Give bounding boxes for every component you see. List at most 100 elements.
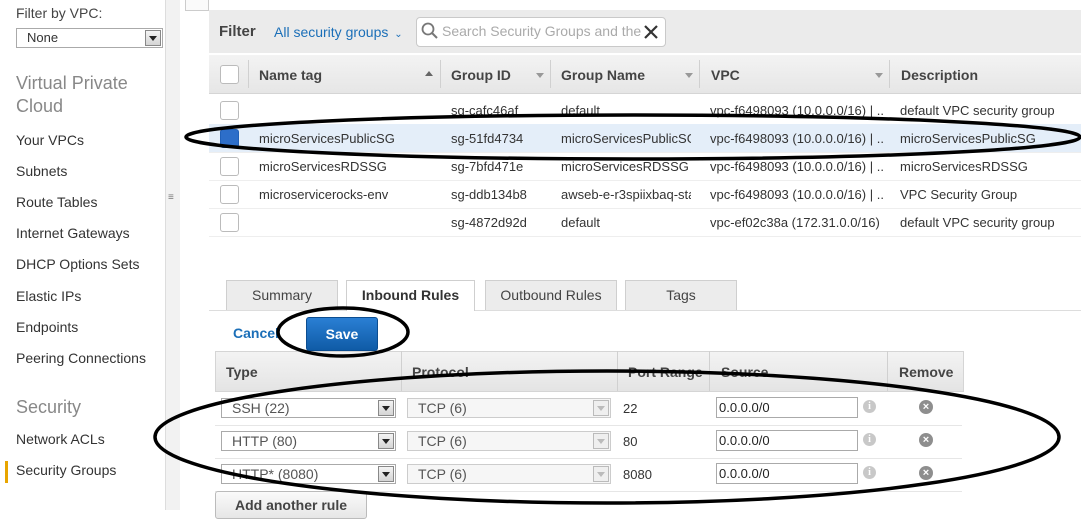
- cell-group-id: sg-7bfd471e: [451, 159, 524, 174]
- cell-vpc: vpc-f6498093 (10.0.0.0/16) | ...: [710, 159, 885, 174]
- vpc-section-heading: Virtual Private Cloud: [16, 73, 128, 116]
- vpc-filter-value: None: [27, 30, 59, 45]
- cell-description: default VPC security group: [900, 215, 1055, 230]
- rule-type-select[interactable]: HTTP* (8080): [221, 464, 396, 484]
- table-row-selected[interactable]: microServicesPublicSG sg-51fd4734 microS…: [209, 124, 1081, 153]
- column-divider: [550, 60, 551, 88]
- column-header-group-name[interactable]: Group Name: [561, 67, 645, 83]
- column-divider: [709, 351, 710, 391]
- tab-outbound-rules[interactable]: Outbound Rules: [485, 280, 617, 310]
- rule-type-value: HTTP* (8080): [232, 466, 319, 482]
- remove-icon[interactable]: ×: [919, 466, 933, 480]
- rule-source-input[interactable]: [716, 463, 858, 484]
- rule-type-select[interactable]: SSH (22): [221, 398, 396, 418]
- vpc-filter-select[interactable]: None: [16, 28, 163, 48]
- column-header-name-tag[interactable]: Name tag: [259, 67, 322, 83]
- remove-icon[interactable]: ×: [919, 433, 933, 447]
- cell-group-id: sg-51fd4734: [451, 131, 524, 146]
- sidebar-item-route-tables[interactable]: Route Tables: [16, 194, 97, 210]
- active-indicator: [5, 461, 8, 483]
- rules-header-protocol: Protocol: [412, 364, 469, 380]
- tab-summary[interactable]: Summary: [226, 280, 338, 310]
- rule-type-select[interactable]: HTTP (80): [221, 431, 396, 451]
- chevron-down-icon: [593, 400, 609, 416]
- search-placeholder: Search Security Groups and their propert…: [442, 23, 642, 39]
- remove-icon[interactable]: ×: [919, 400, 933, 414]
- rule-source-input[interactable]: [716, 397, 858, 418]
- cancel-button[interactable]: Cancel: [233, 325, 279, 341]
- sidebar-item-your-vpcs[interactable]: Your VPCs: [16, 132, 84, 148]
- cell-description: default VPC security group: [900, 103, 1055, 118]
- rule-type-value: HTTP (80): [232, 433, 298, 449]
- sort-ascending-icon[interactable]: [425, 71, 433, 76]
- rule-port-range: 8080: [623, 467, 652, 482]
- sidebar-item-dhcp-options[interactable]: DHCP Options Sets: [16, 256, 139, 272]
- sidebar-splitter[interactable]: [165, 0, 180, 510]
- filter-label: Filter: [219, 23, 256, 40]
- cell-description: microServicesRDSSG: [900, 159, 1028, 174]
- sidebar-item-elastic-ips[interactable]: Elastic IPs: [16, 288, 81, 304]
- info-icon[interactable]: i: [863, 400, 876, 413]
- close-icon[interactable]: [643, 24, 659, 40]
- rule-protocol-value: TCP (6): [418, 400, 467, 416]
- column-header-description[interactable]: Description: [901, 67, 978, 83]
- save-button[interactable]: Save: [306, 317, 378, 351]
- tab-inbound-rules[interactable]: Inbound Rules: [346, 280, 475, 311]
- chevron-down-icon[interactable]: [378, 466, 394, 482]
- column-header-vpc[interactable]: VPC: [711, 67, 740, 83]
- sort-icon[interactable]: [685, 73, 693, 78]
- column-header-group-id[interactable]: Group ID: [451, 67, 511, 83]
- collapse-handle[interactable]: [185, 0, 209, 11]
- row-checkbox-checked[interactable]: [220, 129, 239, 148]
- filter-dropdown-label: All security groups: [274, 24, 389, 40]
- filter-by-vpc-label: Filter by VPC:: [16, 5, 103, 21]
- sort-icon[interactable]: [875, 73, 883, 78]
- sort-icon[interactable]: [536, 73, 544, 78]
- cell-group-name: awseb-e-r3spiixbaq-stack-AWSEBSecurityGr…: [561, 187, 691, 202]
- cell-group-id: sg-cafc46af: [451, 103, 519, 118]
- add-rule-button[interactable]: Add another rule: [215, 491, 367, 519]
- table-row[interactable]: microServicesRDSSG sg-7bfd471e microServ…: [209, 152, 1081, 181]
- cell-name-tag: microservicerocks-env: [259, 187, 389, 202]
- rule-source-input[interactable]: [716, 430, 858, 451]
- row-checkbox[interactable]: [220, 101, 239, 120]
- sidebar-item-internet-gateways[interactable]: Internet Gateways: [16, 225, 130, 241]
- row-checkbox[interactable]: [220, 213, 239, 232]
- row-checkbox[interactable]: [220, 185, 239, 204]
- cell-name-tag: microServicesPublicSG: [259, 131, 395, 146]
- row-checkbox[interactable]: [220, 157, 239, 176]
- table-row[interactable]: sg-cafc46af default vpc-f6498093 (10.0.0…: [209, 96, 1081, 125]
- sidebar-item-endpoints[interactable]: Endpoints: [16, 319, 78, 335]
- security-section-heading: Security: [16, 397, 82, 417]
- chevron-down-icon[interactable]: [378, 433, 394, 449]
- rules-header-type: Type: [226, 364, 258, 380]
- cell-group-name: default: [561, 103, 601, 118]
- rule-row: HTTP (80) TCP (6) 80 i ×: [215, 425, 962, 459]
- column-divider: [401, 351, 402, 391]
- table-row[interactable]: microservicerocks-env sg-ddb134b8 awseb-…: [209, 180, 1081, 209]
- rules-header-source: Source: [721, 364, 769, 380]
- column-divider: [617, 351, 618, 391]
- chevron-down-icon[interactable]: [378, 400, 394, 416]
- column-divider: [889, 60, 890, 88]
- info-icon[interactable]: i: [863, 433, 876, 446]
- cell-name-tag: microServicesRDSSG: [259, 159, 387, 174]
- info-icon[interactable]: i: [863, 466, 876, 479]
- rule-protocol-value: TCP (6): [418, 466, 467, 482]
- cell-group-name: default: [561, 215, 601, 230]
- security-group-filter-dropdown[interactable]: All security groups ⌄: [274, 24, 403, 40]
- splitter-grip-icon[interactable]: ≡: [168, 192, 174, 203]
- chevron-down-icon[interactable]: [145, 30, 161, 46]
- column-divider: [248, 60, 249, 88]
- select-all-checkbox[interactable]: [220, 65, 239, 84]
- chevron-down-icon: ⌄: [394, 29, 403, 40]
- tab-tags[interactable]: Tags: [625, 280, 737, 310]
- sidebar-item-peering-connections[interactable]: Peering Connections: [16, 350, 146, 366]
- sidebar-item-security-groups[interactable]: Security Groups: [16, 462, 116, 478]
- table-row[interactable]: sg-4872d92d default vpc-ef02c38a (172.31…: [209, 208, 1081, 237]
- sidebar-item-subnets[interactable]: Subnets: [16, 163, 67, 179]
- cell-vpc: vpc-f6498093 (10.0.0.0/16) | ...: [710, 103, 885, 118]
- cell-group-name: microServicesPublicSG: [561, 131, 691, 146]
- rule-protocol-select: TCP (6): [407, 431, 611, 451]
- sidebar-item-network-acls[interactable]: Network ACLs: [16, 431, 105, 447]
